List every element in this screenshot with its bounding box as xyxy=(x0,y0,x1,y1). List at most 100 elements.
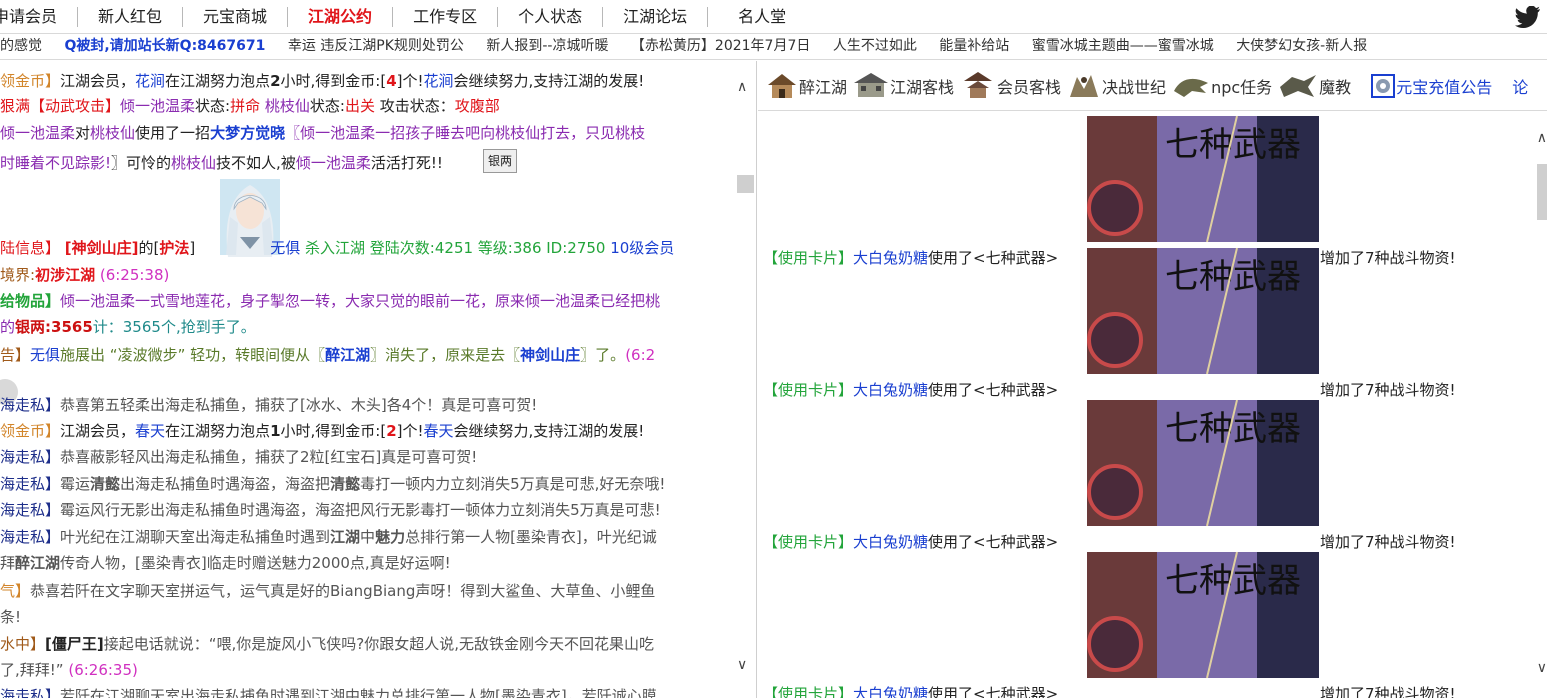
room-link-jianghu-inn[interactable]: 江湖客栈 xyxy=(853,71,954,101)
ticker-item-qq[interactable]: Q被封,请加站长新Q:8467671 xyxy=(64,38,265,54)
room-link-zuijianghu[interactable]: 醉江湖 xyxy=(766,71,847,101)
twitter-bird-icon[interactable] xyxy=(1515,6,1541,28)
room-link-npc-task[interactable]: npc任务 xyxy=(1172,71,1272,101)
yinliang-button[interactable]: 银两 xyxy=(483,149,518,173)
ticker-item[interactable]: 幸运 违反江湖PK规则处罚公 xyxy=(288,38,464,54)
chat-log-pane[interactable]: 领金币】江湖会员，花涧在江湖努力泡点2小时,得到金币:[4]个!花涧会继续努力,… xyxy=(0,61,757,698)
chat-value: 出关 xyxy=(344,97,375,115)
room-link-demon-cult[interactable]: 魔教 xyxy=(1278,71,1351,101)
chat-location[interactable]: 神剑山庄 xyxy=(520,346,580,364)
chat-line: 海走私】恭喜蔽影轻风出海走私捕鱼，捕获了2粒[红宝石]真是可喜可贺! xyxy=(0,446,477,468)
seven-weapons-card-image[interactable]: 七种武器 xyxy=(1087,552,1319,678)
chat-scroll-up-arrow[interactable]: ∧ xyxy=(737,79,747,95)
chat-text: 一式雪地莲花，身子掣忽一转，大家只觉的眼前一花，原来 xyxy=(135,292,526,310)
chat-user[interactable]: 倾一池温柔 xyxy=(0,124,75,142)
chat-user[interactable]: 花涧 xyxy=(424,72,454,90)
chat-tag: 海走私】 xyxy=(0,528,61,546)
chat-user[interactable]: 风行无影 xyxy=(90,501,150,519)
chat-user[interactable]: 桃枝仙 xyxy=(90,124,135,142)
nav-personal-status[interactable]: 个人状态 xyxy=(498,6,604,27)
chat-line: 了,拜拜!” (6:26:35) xyxy=(0,659,138,681)
yuanbao-recharge-notice-link[interactable]: 元宝充值公告 xyxy=(1371,73,1492,98)
chat-user[interactable]: 无俱 xyxy=(270,239,300,257)
chat-line: 给物品】倾一池温柔一式雪地莲花，身子掣忽一转，大家只觉的眼前一花，原来倾一池温柔… xyxy=(0,290,660,312)
ticker-item[interactable]: 能量补给站 xyxy=(939,38,1009,54)
nav-hall-of-fame[interactable]: 名人堂 xyxy=(708,7,806,27)
chat-tag: 海走私】 xyxy=(0,475,61,493)
feed-scroll-up-arrow[interactable]: ∧ xyxy=(1537,130,1547,146)
room-link-label: 会员客栈 xyxy=(997,77,1062,97)
forum-link[interactable]: 论 xyxy=(1512,74,1528,98)
feed-text-left: 【使用卡片】大白兔奶糖使用了<七种武器> xyxy=(763,683,1058,698)
chat-user[interactable]: [僵尸王] xyxy=(45,635,104,653)
chat-text: 的[ xyxy=(138,239,160,257)
feed-user[interactable]: 大白兔奶糖 xyxy=(853,533,928,551)
nav-newbie-redpacket[interactable]: 新人红包 xyxy=(78,6,184,27)
room-link-member-inn[interactable]: 会员客栈 xyxy=(960,71,1061,101)
chat-user[interactable]: 风行无影 xyxy=(360,501,420,519)
nav-yuanbao-shop[interactable]: 元宝商城 xyxy=(183,6,289,27)
chat-text: 计：3565个,抢到手了。 xyxy=(92,318,256,336)
chat-location[interactable]: 醉江湖 xyxy=(325,346,370,364)
chat-user[interactable]: 倾一池温柔 xyxy=(120,97,195,115)
chat-user[interactable]: 倾一池温柔 xyxy=(296,154,371,172)
chat-user[interactable]: 桃枝仙 xyxy=(265,97,310,115)
ticker-item[interactable]: 的感觉 xyxy=(0,38,42,54)
chat-user[interactable]: 倾一池温柔 xyxy=(525,292,600,310)
nav-jianghu-forum[interactable]: 江湖论坛 xyxy=(603,6,709,27)
ticker-item[interactable]: 蜜雪冰城主题曲——蜜雪冰城 xyxy=(1032,38,1214,54)
chat-user[interactable]: 桃枝仙 xyxy=(171,154,216,172)
nav-jianghu-rules[interactable]: 江湖公约 xyxy=(288,6,394,27)
room-link-decisive-battle[interactable]: 决战世纪 xyxy=(1067,71,1166,101)
feed-user[interactable]: 大白兔奶糖 xyxy=(853,685,928,698)
card-usage-feed[interactable]: 七种武器 【使用卡片】大白兔奶糖使用了<七种武器> 增加了7种战斗物资! 七种武… xyxy=(758,112,1547,698)
chat-text: 杀入江湖 登陆次数:4251 等级:386 ID:2750 xyxy=(300,239,606,257)
top-navigation: 申请会员 新人红包 元宝商城 江湖公约 工作专区 个人状态 江湖论坛 名人堂 xyxy=(0,0,1547,34)
chat-user[interactable]: 无俱 xyxy=(30,346,60,364)
chat-text: 会继续努力,支持江湖的发展! xyxy=(453,422,645,440)
chat-user[interactable]: 清懿 xyxy=(330,475,360,493)
seven-weapons-card-image[interactable]: 七种武器 xyxy=(1087,116,1319,242)
chat-scroll-down-arrow[interactable]: ∨ xyxy=(737,657,747,673)
chat-text: 在江湖努力泡点 xyxy=(165,422,271,440)
nav-work-zone[interactable]: 工作专区 xyxy=(393,6,499,27)
feed-user[interactable]: 大白兔奶糖 xyxy=(853,381,928,399)
pagoda-icon xyxy=(964,71,993,98)
chat-scrollbar-thumb[interactable] xyxy=(737,175,754,193)
chat-text: ]个! xyxy=(396,72,424,90)
nav-apply-member[interactable]: 申请会员 xyxy=(0,6,79,27)
chat-line: 海走私】叶光纪在江湖聊天室出海走私捕鱼时遇到江湖中魅力总排行第一人物[墨染青衣]… xyxy=(0,526,657,548)
ticker-item[interactable]: 新人报到--凉城听暖 xyxy=(486,38,608,54)
inn-icon xyxy=(854,72,889,97)
chat-value: 1 xyxy=(270,422,281,440)
chat-text: 对 xyxy=(75,124,91,142)
chat-user[interactable]: 春天 xyxy=(135,422,165,440)
chat-line: 条! xyxy=(0,606,21,628)
chat-skill: 大梦方觉晓 xyxy=(210,124,286,142)
chat-user[interactable]: 清懿 xyxy=(90,475,120,493)
chat-line: 海走私】恭喜第五轻柔出海走私捕鱼，捕获了[冰水、木头]各4个！真是可喜可贺! xyxy=(0,394,537,416)
seven-weapons-card-image[interactable]: 七种武器 xyxy=(1087,400,1319,526)
chat-text: 江湖会员， xyxy=(60,422,136,440)
feed-scrollbar-thumb[interactable] xyxy=(1537,164,1547,220)
seven-weapons-card-image[interactable]: 七种武器 xyxy=(1087,248,1319,374)
chat-line: 的银两:3565计：3565个,抢到手了。 xyxy=(0,316,256,338)
chat-user[interactable]: 花涧 xyxy=(135,72,165,90)
chat-line: 境界:初涉江湖 (6:25:38) xyxy=(0,264,169,286)
feed-scroll-down-arrow[interactable]: ∨ xyxy=(1537,660,1547,676)
feed-row: 七种武器 【使用卡片】大白兔奶糖使用了<七种武器> 增加了7种战斗物资! xyxy=(758,550,1518,698)
chat-user[interactable]: 倾一池温柔 xyxy=(60,292,135,310)
ticker-item[interactable]: 人生不过如此 xyxy=(833,38,917,54)
room-navigation: 醉江湖 江湖客栈 会员客栈 决战世纪 npc任务 魔教 元宝充值公告 论 xyxy=(758,61,1547,111)
chat-tag: 告】 xyxy=(0,346,31,364)
feed-text-left: 【使用卡片】大白兔奶糖使用了<七种武器> xyxy=(763,379,1058,400)
chat-line: 领金币】江湖会员，花涧在江湖努力泡点2小时,得到金币:[4]个!花涧会继续努力,… xyxy=(0,70,644,92)
chat-text: 境界: xyxy=(0,266,36,284)
feed-tag: 【使用卡片】 xyxy=(763,685,854,698)
ticker-item[interactable]: 【赤松黄历】2021年7月7日 xyxy=(631,38,810,54)
chat-faction[interactable]: [神剑山庄] xyxy=(65,239,139,257)
chat-user[interactable]: 春天 xyxy=(424,422,454,440)
chat-text: 攻击状态： xyxy=(374,97,455,115)
chat-line: 气】恭喜若阡在文字聊天室拼运气，运气真是好的BiangBiang声呀！得到大鲨鱼… xyxy=(0,580,655,602)
ticker-item[interactable]: 大侠梦幻女孩-新人报 xyxy=(1236,38,1367,54)
